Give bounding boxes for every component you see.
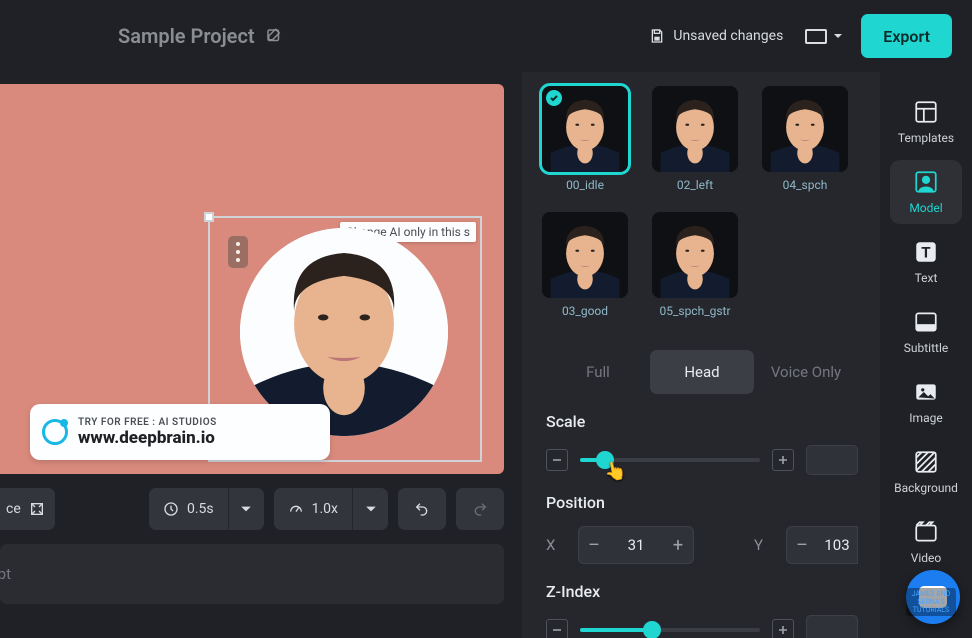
- model-thumb-05_spch_gstr[interactable]: 05_spch_gstr: [652, 212, 738, 318]
- mode-tab-full[interactable]: Full: [546, 350, 650, 394]
- cursor-icon: 👆: [603, 459, 629, 484]
- viewport-selector[interactable]: [805, 29, 843, 44]
- clock-icon: [163, 501, 179, 517]
- mode-tab-head[interactable]: Head: [650, 350, 754, 394]
- x-value[interactable]: 31: [609, 536, 663, 554]
- zindex-value-input[interactable]: [806, 615, 858, 638]
- y-value[interactable]: 103: [817, 536, 857, 554]
- promo-tagline: TRY FOR FREE : AI STUDIOS: [78, 417, 217, 428]
- x-decrement[interactable]: –: [579, 527, 609, 563]
- x-axis-label: X: [546, 536, 560, 554]
- y-stepper[interactable]: – 103: [786, 526, 858, 564]
- model-thumb-04_spch[interactable]: 04_spch: [762, 86, 848, 192]
- rail-image[interactable]: Image: [890, 370, 962, 434]
- rail-background[interactable]: Background: [890, 440, 962, 504]
- scale-section: Scale 👆: [546, 412, 858, 475]
- duration-dropdown[interactable]: [228, 488, 264, 530]
- zindex-label: Z-Index: [546, 582, 858, 601]
- scale-increment[interactable]: [772, 449, 794, 471]
- zindex-slider[interactable]: [580, 628, 760, 632]
- rail-label: Subtittle: [904, 341, 948, 355]
- mode-tab-voice-only[interactable]: Voice Only: [754, 350, 858, 394]
- zindex-section: Z-Index: [546, 582, 858, 638]
- help-chat-button[interactable]: JAMES AND SERNA'S TUTORIALS: [906, 570, 960, 624]
- zindex-increment[interactable]: [772, 619, 794, 638]
- check-icon: [546, 90, 562, 106]
- svg-text:T: T: [921, 243, 931, 261]
- y-axis-label: Y: [754, 536, 768, 554]
- rail-label: Templates: [898, 131, 954, 145]
- rail-label: Video: [911, 551, 942, 565]
- project-title[interactable]: Sample Project: [118, 24, 283, 48]
- zindex-knob[interactable]: [643, 621, 661, 638]
- speed-dropdown[interactable]: [352, 488, 388, 530]
- speed-control[interactable]: 1.0x: [274, 488, 388, 530]
- zindex-decrement[interactable]: [546, 619, 568, 638]
- scale-decrement[interactable]: [546, 449, 568, 471]
- scale-slider[interactable]: 👆: [580, 458, 760, 462]
- rail-model[interactable]: Model: [890, 160, 962, 224]
- model-grid: 00_idle 02_left 04_spch 03_good 05_spch_gstr: [528, 82, 880, 328]
- position-label: Position: [546, 493, 858, 512]
- x-increment[interactable]: +: [663, 527, 693, 563]
- resize-handle-tl[interactable]: [204, 212, 214, 222]
- undo-icon: [414, 501, 430, 517]
- element-menu-button[interactable]: [228, 236, 248, 268]
- rail-label: Image: [909, 411, 942, 425]
- scale-knob[interactable]: 👆: [596, 451, 614, 469]
- thumb-label: 04_spch: [783, 178, 828, 192]
- promo-banner: TRY FOR FREE : AI STUDIOS www.deepbrain.…: [30, 404, 330, 460]
- chevron-down-icon: [833, 31, 843, 41]
- model-thumb-00_idle[interactable]: 00_idle: [542, 86, 628, 192]
- edit-icon[interactable]: [265, 27, 283, 45]
- right-rail: Templates Model T Text Subtittle Image Backgro…: [880, 72, 972, 638]
- save-icon: [649, 28, 665, 44]
- promo-logo-icon: [42, 419, 68, 445]
- rail-text[interactable]: T Text: [890, 230, 962, 294]
- unsaved-indicator: Unsaved changes: [649, 28, 783, 44]
- top-bar: Sample Project Unsaved changes Export: [0, 0, 972, 72]
- canvas-column: Change AI only in this s TRY FOR FREE : …: [0, 72, 522, 638]
- toolbar-left-partial[interactable]: ce: [0, 488, 55, 530]
- duration-button[interactable]: 0.5s: [149, 488, 228, 530]
- rail-templates[interactable]: Templates: [890, 90, 962, 154]
- canvas-stage[interactable]: Change AI only in this s TRY FOR FREE : …: [0, 84, 504, 474]
- redo-icon: [472, 501, 488, 517]
- script-panel[interactable]: ipt: [0, 544, 504, 604]
- export-button[interactable]: Export: [861, 14, 952, 58]
- duration-control[interactable]: 0.5s: [149, 488, 264, 530]
- crop-mode-tabs: FullHeadVoice Only: [546, 350, 858, 394]
- redo-button[interactable]: [456, 488, 504, 530]
- tutorial-badge: JAMES AND SERNA'S TUTORIALS: [906, 588, 956, 616]
- project-title-text: Sample Project: [118, 24, 255, 48]
- y-decrement[interactable]: –: [787, 527, 817, 563]
- canvas-toolbar: ce 0.5s 1.0x: [0, 488, 504, 530]
- rail-label: Model: [909, 201, 942, 215]
- rail-label: Background: [894, 481, 958, 495]
- speedometer-icon: [288, 501, 304, 517]
- expand-icon: [29, 501, 45, 517]
- properties-panel: 00_idle 02_left 04_spch 03_good 05_spch_gstr…: [522, 72, 880, 638]
- rail-video[interactable]: Video: [890, 510, 962, 574]
- position-section: Position X – 31 + Y – 103: [546, 493, 858, 564]
- promo-url: www.deepbrain.io: [78, 428, 215, 448]
- viewport-icon: [805, 29, 827, 44]
- scale-value-input[interactable]: [806, 445, 858, 475]
- scale-label: Scale: [546, 412, 858, 431]
- x-stepper[interactable]: – 31 +: [578, 526, 694, 564]
- model-thumb-03_good[interactable]: 03_good: [542, 212, 628, 318]
- rail-label: Text: [915, 271, 938, 285]
- model-thumb-02_left[interactable]: 02_left: [652, 86, 738, 192]
- undo-button[interactable]: [398, 488, 446, 530]
- thumb-label: 03_good: [562, 304, 608, 318]
- rail-subtitle[interactable]: Subtittle: [890, 300, 962, 364]
- thumb-label: 02_left: [677, 178, 713, 192]
- thumb-label: 00_idle: [566, 178, 604, 192]
- thumb-label: 05_spch_gstr: [659, 304, 730, 318]
- unsaved-text: Unsaved changes: [673, 28, 783, 44]
- speed-button[interactable]: 1.0x: [274, 488, 352, 530]
